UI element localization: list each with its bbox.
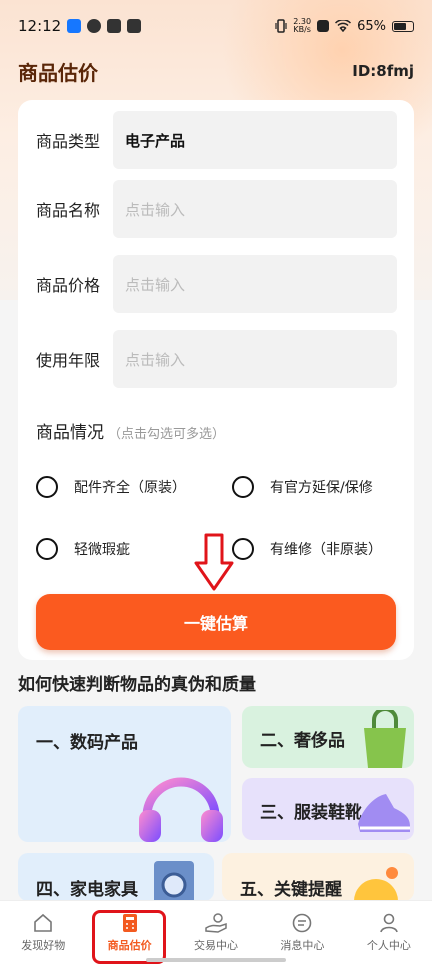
page-header: 商品估价 ID:8fmj bbox=[18, 56, 414, 86]
person-icon bbox=[380, 913, 398, 933]
field-label: 商品名称 bbox=[36, 201, 101, 220]
network-speed: 2.30 KB/s bbox=[293, 18, 311, 34]
chat-bubble-icon bbox=[293, 913, 312, 933]
battery-percent: 65% bbox=[357, 18, 386, 34]
battery-icon bbox=[392, 20, 414, 32]
status-bar: 12:12 2.30 KB/s 65% bbox=[0, 0, 432, 52]
product-name-input[interactable]: 点击输入 bbox=[113, 180, 397, 238]
option-label: 有官方延保/保修 bbox=[270, 480, 373, 496]
guide-title: 如何快速判断物品的真伪和质量 bbox=[18, 675, 256, 695]
option-repaired[interactable]: 有维修（非原装） bbox=[232, 538, 382, 560]
bottom-tab-bar: 发现好物 商品估价 交易中心 消息中心 个人中心 bbox=[0, 900, 432, 964]
tile-luxury[interactable]: 二、奢侈品 bbox=[242, 706, 414, 768]
home-indicator[interactable] bbox=[146, 958, 286, 962]
handbag-icon bbox=[364, 710, 406, 768]
product-price-input[interactable]: 点击输入 bbox=[113, 255, 397, 313]
wifi-icon bbox=[335, 20, 352, 32]
condition-hint: （点击勾选可多选） bbox=[108, 427, 226, 442]
mail-notification-icon bbox=[127, 19, 142, 33]
tab-label: 个人中心 bbox=[366, 939, 411, 952]
play-notification-icon bbox=[107, 19, 122, 33]
no-sim-icon bbox=[317, 20, 330, 32]
tile-appliances[interactable]: 四、家电家具 bbox=[18, 853, 214, 901]
user-id: ID:8fmj bbox=[352, 62, 414, 80]
alipay-notification-icon bbox=[67, 19, 82, 33]
field-product-price: 商品价格 点击输入 bbox=[36, 255, 397, 313]
tile-label: 五、关键提醒 bbox=[240, 880, 342, 900]
usage-years-input[interactable]: 点击输入 bbox=[113, 330, 397, 388]
checkbox-circle[interactable] bbox=[232, 476, 254, 498]
tab-label: 交易中心 bbox=[194, 939, 239, 952]
checkbox-circle[interactable] bbox=[36, 538, 58, 560]
condition-title: 商品情况 （点击勾选可多选） bbox=[36, 418, 225, 443]
tile-key-reminder[interactable]: 五、关键提醒 bbox=[222, 853, 414, 901]
tile-apparel[interactable]: 三、服装鞋靴 bbox=[242, 778, 414, 840]
safety-helmet-icon bbox=[354, 867, 398, 901]
option-label: 有维修（非原装） bbox=[270, 542, 382, 558]
tab-profile[interactable]: 个人中心 bbox=[346, 901, 432, 964]
status-time: 12:12 bbox=[18, 17, 62, 35]
tile-label: 四、家电家具 bbox=[36, 880, 138, 900]
active-tab-highlight-box bbox=[92, 910, 166, 964]
headphones-icon bbox=[139, 777, 223, 842]
option-label: 轻微瑕疵 bbox=[74, 542, 130, 558]
network-speed-unit: KB/s bbox=[293, 25, 311, 34]
washing-machine-icon bbox=[154, 861, 194, 901]
tile-digital[interactable]: 一、数码产品 bbox=[18, 706, 231, 842]
estimate-button[interactable]: 一键估算 bbox=[36, 594, 396, 650]
field-product-type: 商品类型 电子产品 bbox=[36, 111, 397, 169]
condition-title-text: 商品情况 bbox=[36, 423, 104, 443]
field-label: 商品价格 bbox=[36, 276, 101, 295]
tab-label: 消息中心 bbox=[280, 939, 325, 952]
field-usage-years: 使用年限 点击输入 bbox=[36, 330, 397, 388]
field-product-name: 商品名称 点击输入 bbox=[36, 180, 397, 238]
field-label: 商品类型 bbox=[36, 132, 101, 151]
tab-messages[interactable]: 消息中心 bbox=[259, 901, 345, 964]
page-title: 商品估价 bbox=[18, 60, 98, 85]
home-icon bbox=[34, 913, 53, 932]
tile-label: 二、奢侈品 bbox=[260, 731, 345, 751]
option-official-warranty[interactable]: 有官方延保/保修 bbox=[232, 476, 373, 498]
tab-trade[interactable]: 交易中心 bbox=[173, 901, 259, 964]
valuation-form-card: 商品类型 电子产品 商品名称 点击输入 商品价格 点击输入 使用年限 点击输入 … bbox=[18, 100, 414, 660]
down-arrow-annotation-icon bbox=[194, 533, 234, 591]
tab-label: 发现好物 bbox=[21, 939, 66, 952]
checkbox-circle[interactable] bbox=[36, 476, 58, 498]
app-notification-icon bbox=[87, 19, 102, 33]
field-label: 使用年限 bbox=[36, 351, 101, 370]
tile-label: 一、数码产品 bbox=[36, 733, 138, 753]
sneaker-icon bbox=[358, 794, 410, 832]
tile-label: 三、服装鞋靴 bbox=[260, 803, 362, 823]
tab-discover[interactable]: 发现好物 bbox=[0, 901, 86, 964]
hand-coin-icon bbox=[205, 913, 227, 933]
option-label: 配件齐全（原装） bbox=[74, 480, 186, 496]
checkbox-circle[interactable] bbox=[232, 538, 254, 560]
option-accessories-complete[interactable]: 配件齐全（原装） bbox=[36, 476, 186, 498]
vibrate-icon bbox=[275, 19, 287, 33]
option-minor-flaws[interactable]: 轻微瑕疵 bbox=[36, 538, 130, 560]
product-type-select[interactable]: 电子产品 bbox=[113, 111, 397, 169]
